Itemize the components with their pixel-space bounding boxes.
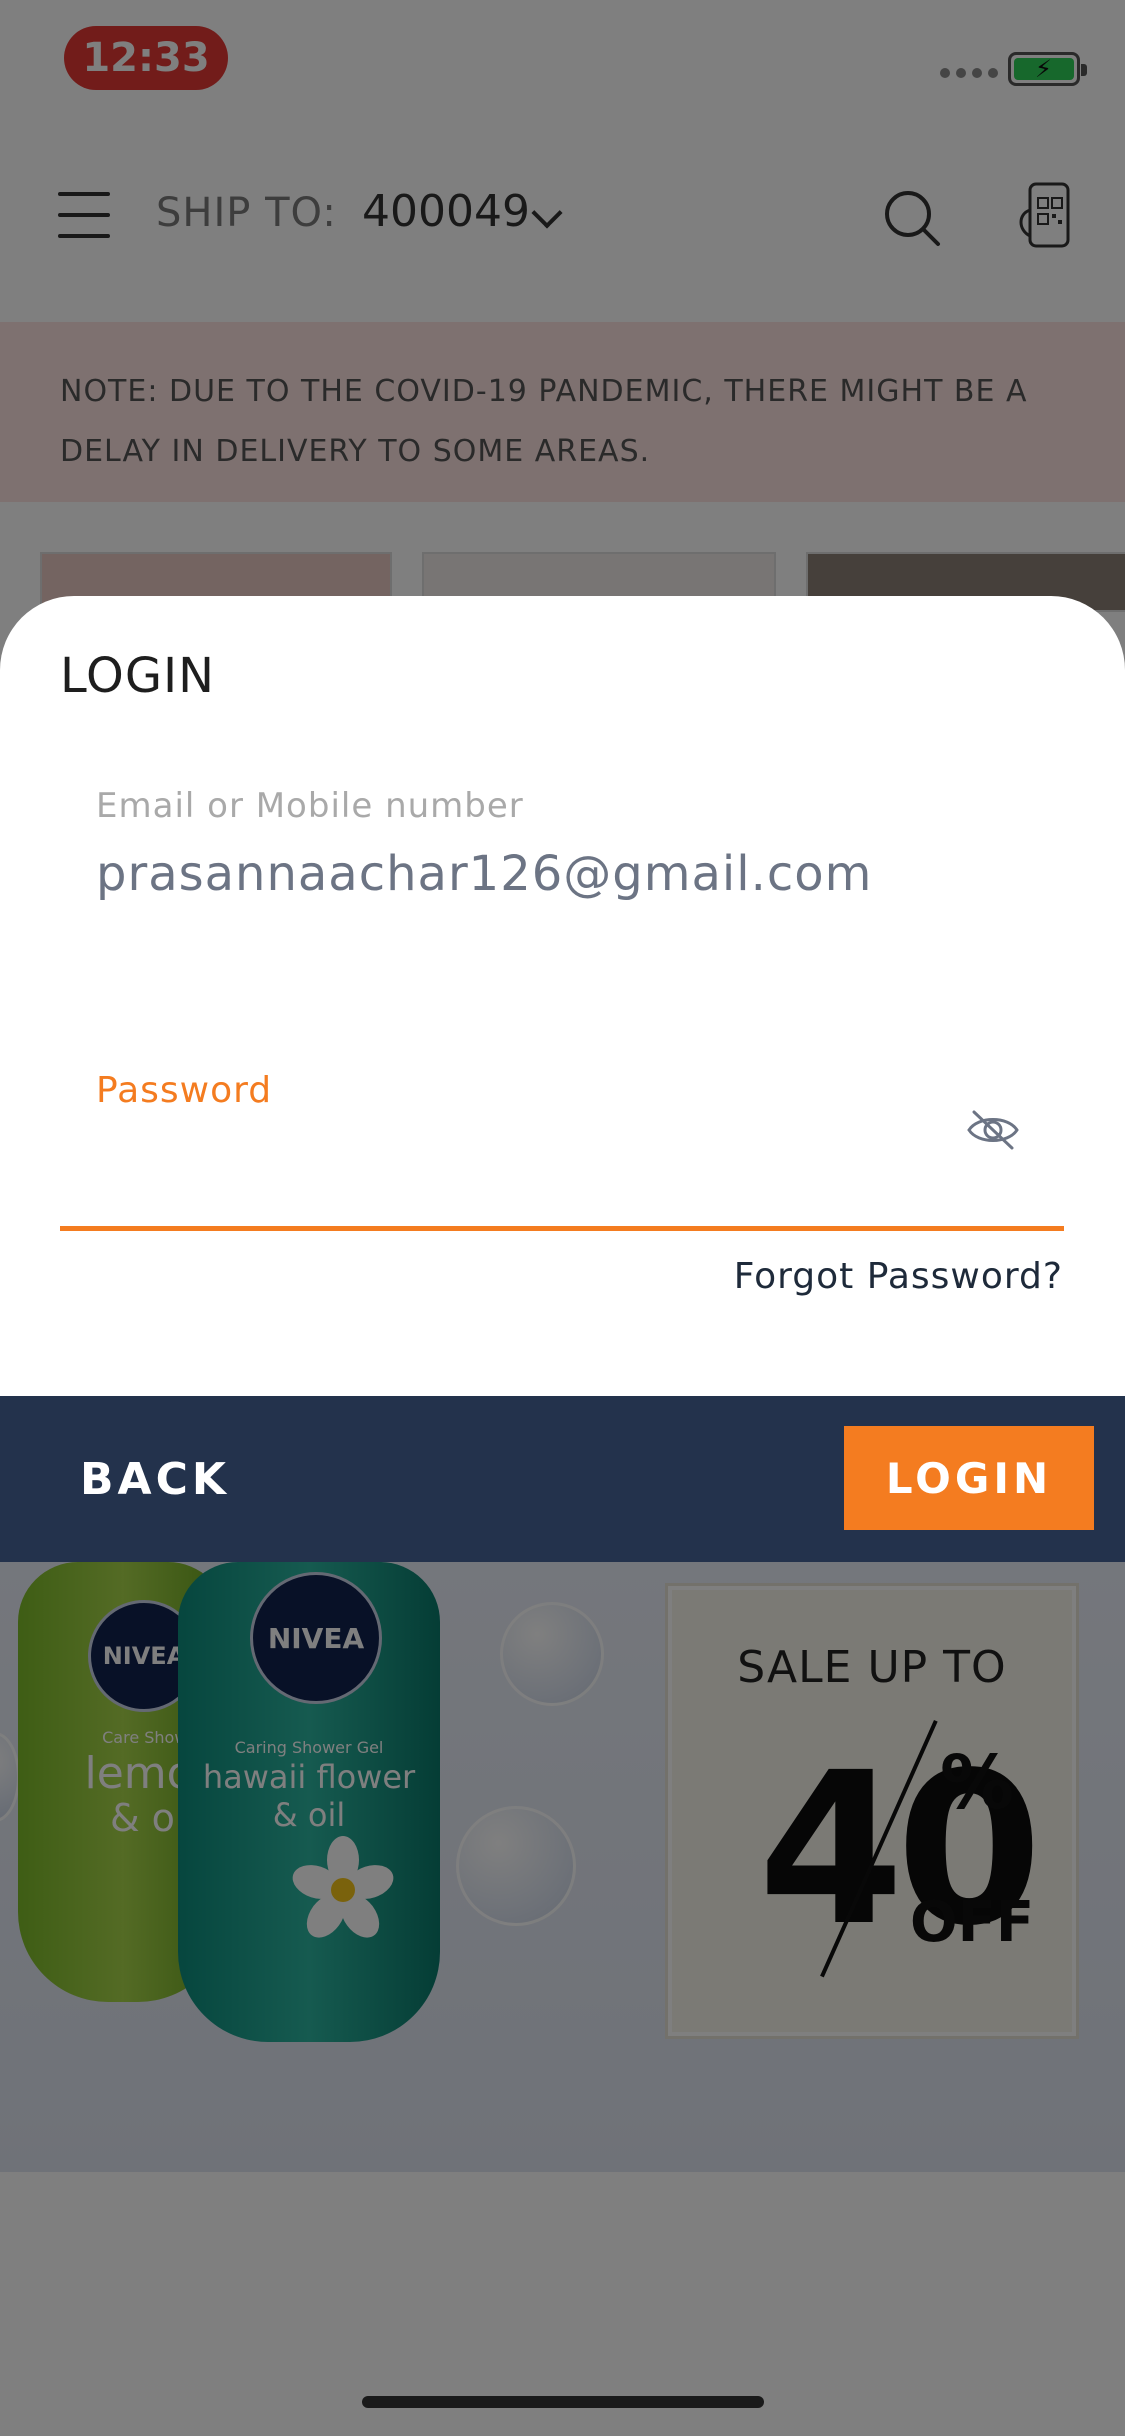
password-underline bbox=[60, 1226, 1064, 1231]
login-button[interactable]: LOGIN bbox=[844, 1426, 1094, 1530]
password-label: Password bbox=[96, 1070, 273, 1111]
back-button[interactable]: BACK bbox=[80, 1454, 230, 1505]
login-title: LOGIN bbox=[60, 648, 216, 704]
home-indicator[interactable] bbox=[362, 2396, 764, 2408]
email-field[interactable]: prasannaachar126@gmail.com bbox=[96, 846, 872, 902]
eye-off-icon[interactable] bbox=[966, 1108, 1020, 1156]
forgot-password-link[interactable]: Forgot Password? bbox=[734, 1256, 1063, 1297]
email-label: Email or Mobile number bbox=[96, 786, 524, 826]
password-field[interactable] bbox=[60, 1116, 1064, 1226]
login-action-bar: BACK LOGIN bbox=[0, 1396, 1125, 1562]
login-sheet: LOGIN Email or Mobile number prasannaach… bbox=[0, 596, 1125, 1396]
